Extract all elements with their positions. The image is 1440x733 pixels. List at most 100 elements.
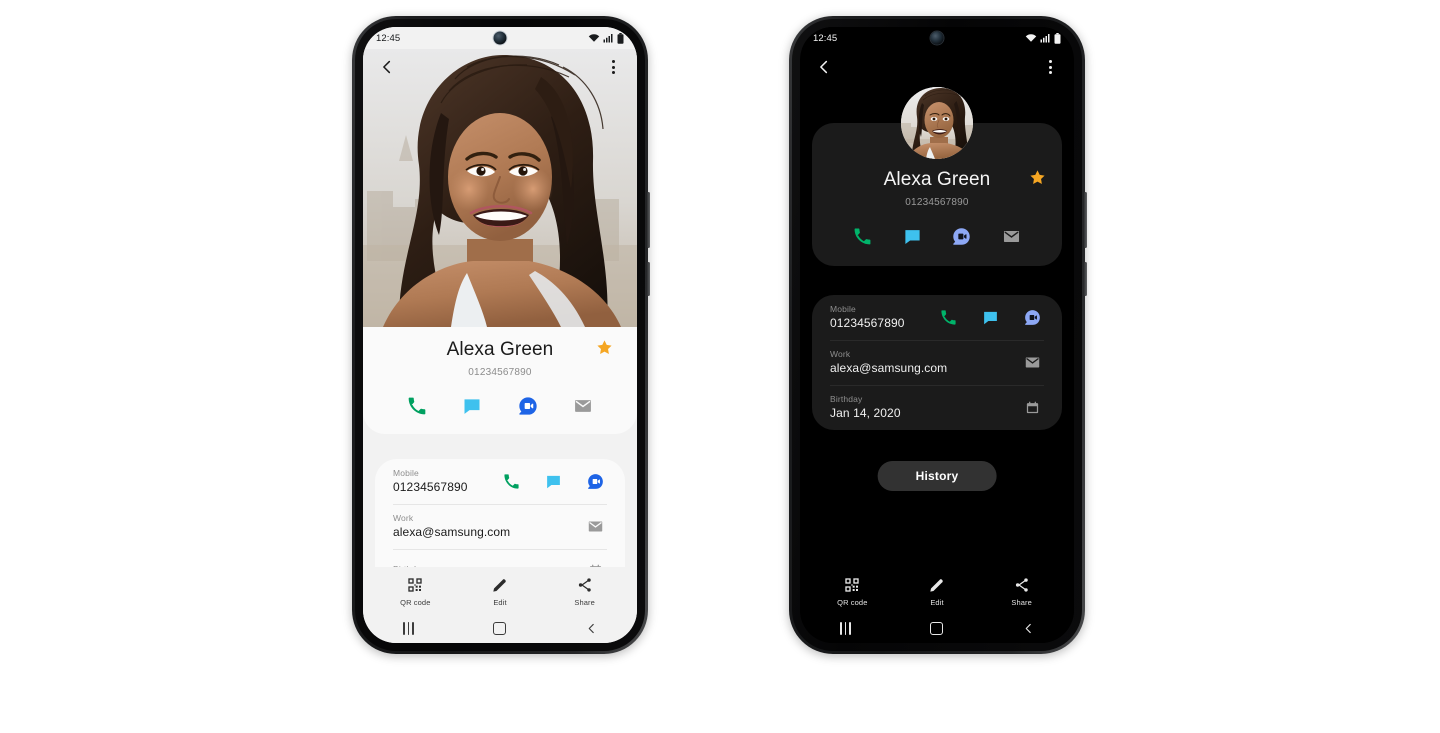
detail-actions bbox=[499, 469, 607, 493]
phone-screen-dark: Alexa Green 01234567890 Mobile 012345678… bbox=[800, 27, 1074, 643]
qr-code-icon bbox=[408, 578, 422, 592]
message-icon[interactable] bbox=[458, 392, 486, 420]
volume-button[interactable] bbox=[647, 192, 650, 248]
detail-label: Work bbox=[393, 513, 414, 523]
recents-icon[interactable] bbox=[397, 616, 421, 640]
status-icons bbox=[588, 32, 624, 44]
detail-value: alexa@samsung.com bbox=[393, 525, 511, 539]
tool-label: Edit bbox=[493, 598, 507, 607]
app-bar-light bbox=[363, 49, 637, 85]
signal-icon bbox=[603, 34, 613, 43]
detail-row[interactable]: Work alexa@samsung.com bbox=[375, 504, 625, 549]
contact-name: Alexa Green bbox=[446, 339, 554, 360]
mail-icon[interactable] bbox=[997, 222, 1025, 250]
detail-value: 01234567890 bbox=[830, 316, 905, 330]
share-button[interactable]: Share bbox=[553, 577, 617, 607]
duo-video-icon[interactable] bbox=[583, 469, 607, 493]
more-options-icon[interactable] bbox=[601, 55, 625, 79]
home-icon[interactable] bbox=[925, 616, 949, 640]
contact-phone-number: 01234567890 bbox=[468, 367, 532, 378]
back-nav-icon[interactable] bbox=[579, 616, 603, 640]
share-button[interactable]: Share bbox=[990, 577, 1054, 607]
detail-actions bbox=[936, 305, 1044, 329]
mail-icon[interactable] bbox=[583, 514, 607, 538]
detail-row[interactable]: Birthday Jan 14, 2020 bbox=[812, 385, 1062, 430]
battery-icon bbox=[1054, 32, 1061, 44]
detail-actions bbox=[1020, 350, 1044, 374]
battery-icon bbox=[617, 32, 624, 44]
wifi-icon bbox=[1025, 34, 1037, 42]
detail-row[interactable]: Mobile 01234567890 bbox=[375, 459, 625, 504]
contact-name-row: Alexa Green bbox=[812, 169, 1062, 191]
detail-actions bbox=[583, 514, 607, 538]
nav-bar-light bbox=[363, 613, 637, 643]
pencil-icon bbox=[930, 579, 943, 592]
back-icon[interactable] bbox=[812, 55, 836, 79]
back-icon[interactable] bbox=[375, 55, 399, 79]
edit-button[interactable]: Edit bbox=[905, 577, 969, 607]
front-camera-icon bbox=[493, 31, 507, 45]
tool-label: QR code bbox=[400, 598, 431, 607]
call-icon[interactable] bbox=[936, 305, 960, 329]
mail-icon[interactable] bbox=[569, 392, 597, 420]
tool-label: QR code bbox=[837, 598, 868, 607]
qr-code-button[interactable]: QR code bbox=[820, 577, 884, 607]
call-icon[interactable] bbox=[499, 469, 523, 493]
call-icon[interactable] bbox=[403, 392, 431, 420]
status-time: 12:45 bbox=[813, 32, 838, 44]
detail-text: Mobile 01234567890 bbox=[830, 304, 905, 330]
nav-bar-dark bbox=[800, 613, 1074, 643]
more-options-icon[interactable] bbox=[1038, 55, 1062, 79]
favorite-star-icon[interactable] bbox=[596, 339, 613, 361]
detail-label: Mobile bbox=[393, 468, 419, 478]
quick-action-row-light bbox=[363, 392, 637, 420]
detail-text: Birthday Jan 14, 2020 bbox=[830, 394, 901, 420]
mail-icon[interactable] bbox=[1020, 350, 1044, 374]
status-time: 12:45 bbox=[376, 32, 401, 44]
contact-details-card-dark: Mobile 01234567890 Work alexa@samsung.co… bbox=[812, 295, 1062, 430]
power-button[interactable] bbox=[647, 262, 650, 296]
bottom-bar-light: QR code Edit Share bbox=[363, 567, 637, 643]
detail-row[interactable]: Mobile 01234567890 bbox=[812, 295, 1062, 340]
bottom-bar-dark: QR code Edit Share bbox=[800, 567, 1074, 643]
favorite-star-icon[interactable] bbox=[1029, 169, 1046, 191]
phone-device-light: Alexa Green 01234567890 Mobile 012345678… bbox=[352, 16, 650, 654]
duo-video-icon[interactable] bbox=[1020, 305, 1044, 329]
history-button[interactable]: History bbox=[877, 461, 997, 491]
camera-notch bbox=[456, 27, 544, 49]
detail-text: Mobile 01234567890 bbox=[393, 468, 468, 494]
qr-code-button[interactable]: QR code bbox=[383, 577, 447, 607]
calendar-icon[interactable] bbox=[1020, 395, 1044, 419]
phone-device-dark: Alexa Green 01234567890 Mobile 012345678… bbox=[789, 16, 1087, 654]
detail-actions bbox=[1020, 395, 1044, 419]
contact-avatar[interactable] bbox=[901, 87, 973, 159]
tool-row-light: QR code Edit Share bbox=[363, 567, 637, 613]
contact-summary-card-light: Alexa Green 01234567890 bbox=[363, 327, 637, 434]
tool-row-dark: QR code Edit Share bbox=[800, 567, 1074, 613]
detail-label: Mobile bbox=[830, 304, 856, 314]
message-icon[interactable] bbox=[898, 222, 926, 250]
share-icon bbox=[578, 578, 591, 592]
signal-icon bbox=[1040, 34, 1050, 43]
duo-video-icon[interactable] bbox=[948, 222, 976, 250]
screenshot-stage: Alexa Green 01234567890 Mobile 012345678… bbox=[0, 0, 1440, 733]
detail-row[interactable]: Work alexa@samsung.com bbox=[812, 340, 1062, 385]
phone-screen-light: Alexa Green 01234567890 Mobile 012345678… bbox=[363, 27, 637, 643]
detail-text: Work alexa@samsung.com bbox=[393, 513, 510, 539]
contact-name: Alexa Green bbox=[883, 169, 991, 190]
power-button[interactable] bbox=[1084, 262, 1087, 296]
message-icon[interactable] bbox=[541, 469, 565, 493]
detail-label: Work bbox=[830, 349, 851, 359]
volume-button[interactable] bbox=[1084, 192, 1087, 248]
duo-video-icon[interactable] bbox=[514, 392, 542, 420]
call-icon[interactable] bbox=[849, 222, 877, 250]
detail-value: Jan 14, 2020 bbox=[830, 406, 901, 420]
home-icon[interactable] bbox=[488, 616, 512, 640]
edit-button[interactable]: Edit bbox=[468, 577, 532, 607]
share-icon bbox=[1015, 578, 1028, 592]
message-icon[interactable] bbox=[978, 305, 1002, 329]
recents-icon[interactable] bbox=[834, 616, 858, 640]
qr-code-icon bbox=[845, 578, 859, 592]
status-icons bbox=[1025, 32, 1061, 44]
back-nav-icon[interactable] bbox=[1016, 616, 1040, 640]
